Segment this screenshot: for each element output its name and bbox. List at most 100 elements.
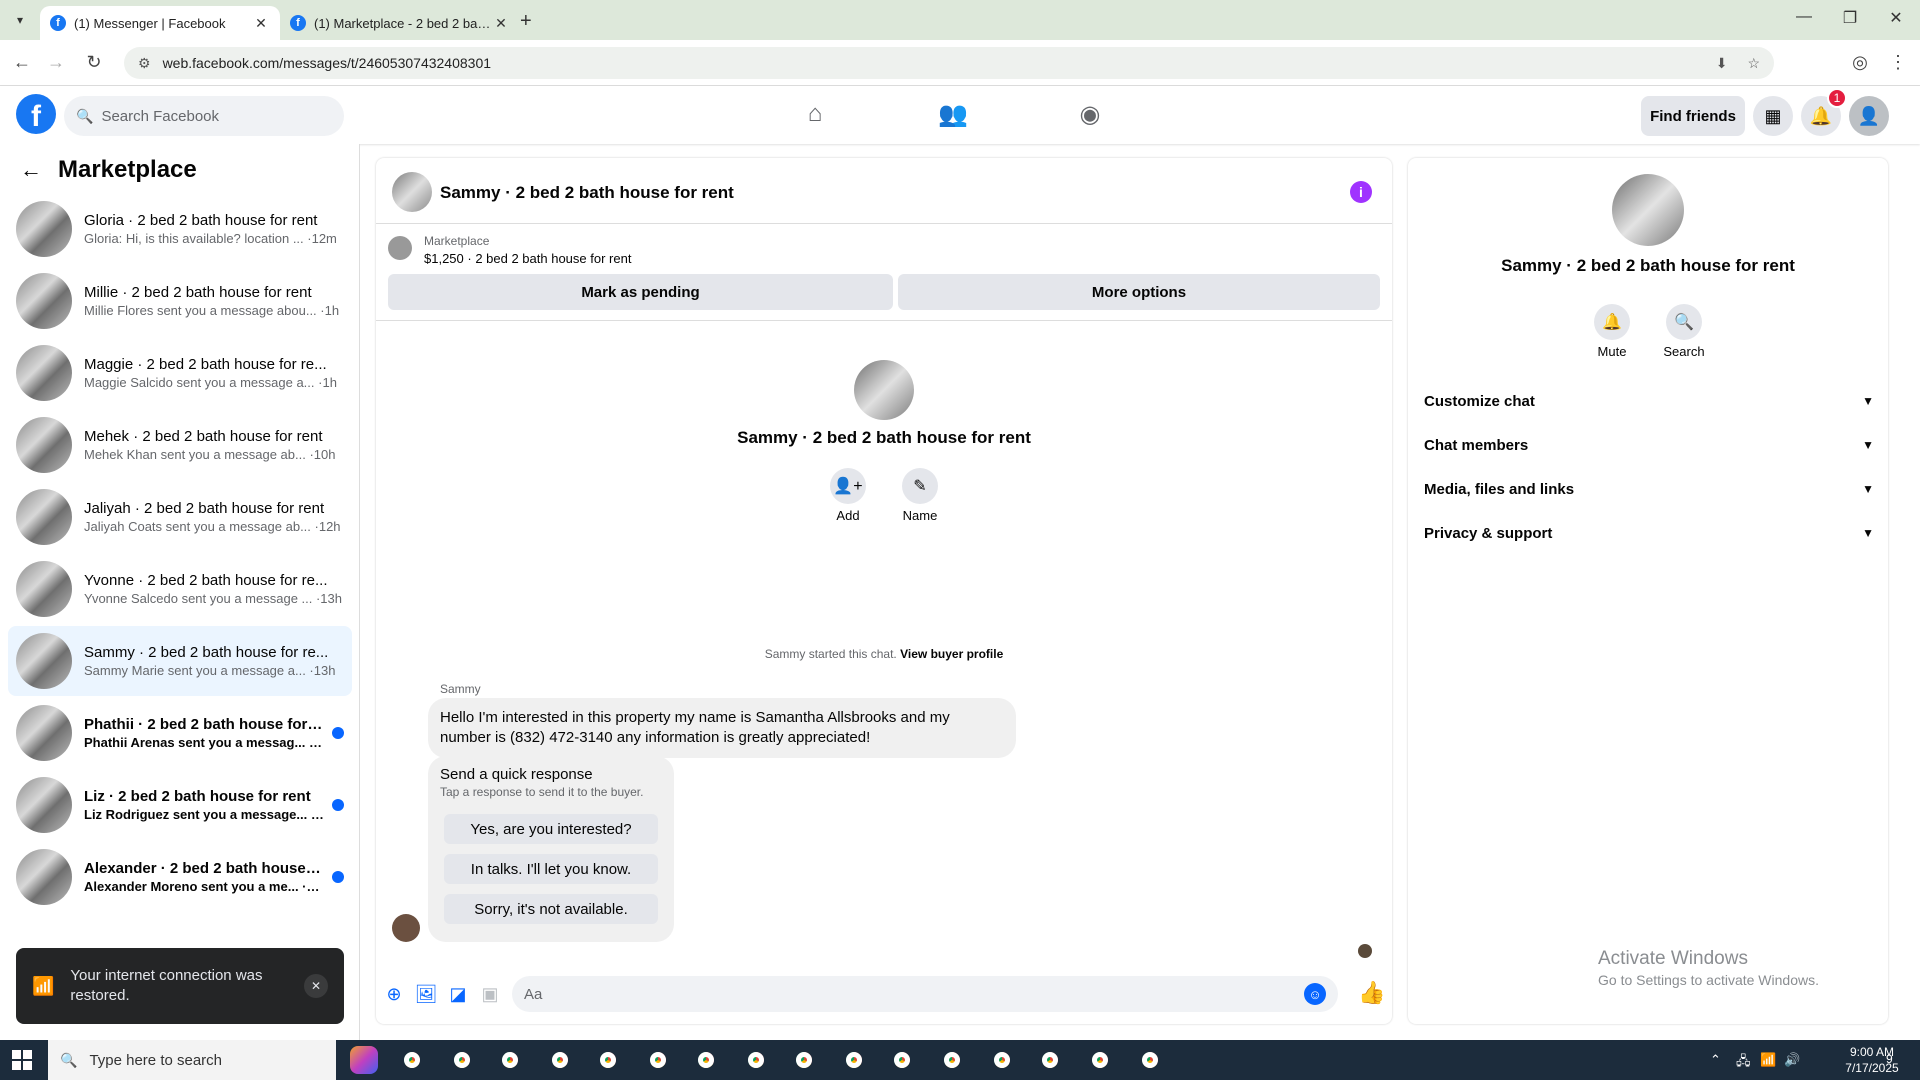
chat-avatar[interactable] xyxy=(392,172,432,212)
chrome-profile-icon[interactable] xyxy=(742,1046,770,1074)
message-bubble[interactable]: Hello I'm interested in this property my… xyxy=(428,698,1016,758)
conversation-preview: Mehek Khan sent you a message ab... ·10h xyxy=(84,447,336,462)
accordion-privacy-support[interactable]: Privacy & support ▼ xyxy=(1424,513,1874,553)
minimize-icon[interactable]: — xyxy=(1784,8,1824,26)
more-options-button[interactable]: More options xyxy=(898,274,1380,310)
install-app-icon[interactable]: ⬇ xyxy=(1716,55,1728,72)
chrome-profile-icon[interactable] xyxy=(1136,1046,1164,1074)
wifi-tray-icon[interactable]: 📶 xyxy=(1760,1052,1776,1068)
conversation-text: Sammy · 2 bed 2 bath house for re... Samm… xyxy=(84,644,344,678)
chrome-profile-icon[interactable] xyxy=(594,1046,622,1074)
conversation-item[interactable]: Maggie · 2 bed 2 bath house for re... Mag… xyxy=(8,338,352,408)
account-avatar-icon[interactable]: 👤 xyxy=(1849,96,1889,136)
network-icon[interactable]: 🖧 xyxy=(1736,1052,1751,1074)
profile-icon[interactable]: ◎ xyxy=(1848,52,1872,73)
info-icon[interactable]: i xyxy=(1350,181,1372,203)
restore-icon[interactable]: ❐ xyxy=(1830,8,1870,28)
plus-actions-icon[interactable]: ⊕ xyxy=(382,982,406,1006)
unread-dot xyxy=(332,727,344,739)
chrome-profile-icon[interactable] xyxy=(398,1046,426,1074)
taskbar-search-input[interactable]: 🔍 Type here to search xyxy=(48,1040,336,1080)
windows-start-icon[interactable] xyxy=(12,1050,32,1070)
browser-menu-icon[interactable]: ⋮ xyxy=(1886,52,1910,73)
sticker-icon[interactable]: ◪ xyxy=(446,982,470,1006)
emoji-icon[interactable]: ☺ xyxy=(1304,983,1326,1005)
chrome-profile-icon[interactable] xyxy=(790,1046,818,1074)
chrome-profile-icon[interactable] xyxy=(496,1046,524,1074)
message-input[interactable]: Aa ☺ xyxy=(512,976,1338,1012)
add-person-icon[interactable]: 👤+ xyxy=(830,468,866,504)
gif-icon[interactable]: ▣ xyxy=(478,982,502,1006)
bookmark-star-icon[interactable]: ☆ xyxy=(1747,55,1760,72)
volume-icon[interactable]: 🔊 xyxy=(1784,1052,1800,1068)
conversation-avatar xyxy=(16,273,72,329)
attach-photo-icon[interactable]: 🖼 xyxy=(414,982,438,1006)
tab-messenger[interactable]: f (1) Messenger | Facebook ✕ xyxy=(40,6,280,40)
conversation-item[interactable]: Sammy · 2 bed 2 bath house for re... Samm… xyxy=(8,626,352,696)
url-field[interactable]: ⚙ web.facebook.com/messages/t/2460530743… xyxy=(124,47,1774,79)
quick-response-button[interactable]: Yes, are you interested? xyxy=(444,814,658,844)
thumbs-up-icon[interactable]: 👍 xyxy=(1358,980,1385,1006)
home-icon[interactable]: ⌂ xyxy=(795,100,835,128)
quick-response-button[interactable]: Sorry, it's not available. xyxy=(444,894,658,924)
mark-pending-button[interactable]: Mark as pending xyxy=(388,274,893,310)
quick-response-button[interactable]: In talks. I'll let you know. xyxy=(444,854,658,884)
conversation-item[interactable]: Yvonne · 2 bed 2 bath house for re... Yvo… xyxy=(8,554,352,624)
listing-thumbnail[interactable] xyxy=(388,236,412,260)
conversation-item[interactable]: Alexander · 2 bed 2 bath house f... Alexa… xyxy=(8,842,352,912)
chrome-profile-icon[interactable] xyxy=(692,1046,720,1074)
chrome-profile-icon[interactable] xyxy=(888,1046,916,1074)
facebook-logo-icon[interactable]: f xyxy=(16,94,56,134)
site-info-icon[interactable]: ⚙ xyxy=(138,55,151,72)
conversation-item[interactable]: Millie · 2 bed 2 bath house for rent Mill… xyxy=(8,266,352,336)
close-window-icon[interactable]: ✕ xyxy=(1876,8,1916,28)
friends-icon[interactable]: 👥 xyxy=(933,100,973,129)
groups-icon[interactable]: ◉ xyxy=(1070,100,1110,129)
message-text: Hello I'm interested in this property my… xyxy=(440,709,950,746)
chat-title[interactable]: Sammy · 2 bed 2 bath house for rent xyxy=(440,183,734,203)
chrome-profile-icon[interactable] xyxy=(644,1046,672,1074)
conversation-item[interactable]: Mehek · 2 bed 2 bath house for rent Mehek… xyxy=(8,410,352,480)
back-arrow-icon[interactable]: ← xyxy=(20,157,42,183)
chrome-profile-icon[interactable] xyxy=(546,1046,574,1074)
accordion-media-files[interactable]: Media, files and links ▼ xyxy=(1424,469,1874,509)
notification-center-icon[interactable]: 9 xyxy=(1886,1052,1893,1066)
accordion-chat-members[interactable]: Chat members ▼ xyxy=(1424,425,1874,465)
chrome-profile-icon[interactable] xyxy=(448,1046,476,1074)
taskbar-clock[interactable]: 9:00 AM 7/17/2025 xyxy=(1832,1044,1912,1076)
close-tab-icon[interactable]: ✕ xyxy=(252,15,270,32)
activate-windows-title: Activate Windows xyxy=(1598,948,1748,969)
conversation-avatar xyxy=(16,633,72,689)
chrome-profile-icon[interactable] xyxy=(938,1046,966,1074)
new-tab-button[interactable]: + xyxy=(520,10,532,33)
conversation-text: Jaliyah · 2 bed 2 bath house for rent Jal… xyxy=(84,500,344,534)
find-friends-button[interactable]: Find friends xyxy=(1641,96,1745,136)
conversation-item[interactable]: Jaliyah · 2 bed 2 bath house for rent Jal… xyxy=(8,482,352,552)
reload-icon[interactable]: ↻ xyxy=(82,52,106,73)
conversation-item[interactable]: Liz · 2 bed 2 bath house for rent Liz Rod… xyxy=(8,770,352,840)
listing-price-title[interactable]: $1,250 · 2 bed 2 bath house for rent xyxy=(424,251,631,266)
mute-bell-icon[interactable]: 🔔 xyxy=(1594,304,1630,340)
chrome-profile-icon[interactable] xyxy=(1036,1046,1064,1074)
search-conversation-icon[interactable]: 🔍 xyxy=(1666,304,1702,340)
forward-icon[interactable]: → xyxy=(44,52,68,73)
view-buyer-profile-link[interactable]: View buyer profile xyxy=(900,647,1003,661)
conversation-item[interactable]: Phathii · 2 bed 2 bath house for r... Pha… xyxy=(8,698,352,768)
tab-marketplace[interactable]: f (1) Marketplace - 2 bed 2 bath h ✕ xyxy=(280,6,520,40)
show-hidden-icons-icon[interactable]: ⌃ xyxy=(1710,1052,1721,1068)
sidebar-title: Marketplace xyxy=(58,156,197,183)
chrome-profile-icon[interactable] xyxy=(840,1046,868,1074)
facebook-search-input[interactable]: 🔍 Search Facebook xyxy=(64,96,344,136)
back-icon[interactable]: ← xyxy=(10,52,34,73)
copilot-icon[interactable] xyxy=(350,1046,378,1074)
accordion-customize-chat[interactable]: Customize chat ▼ xyxy=(1424,381,1874,421)
chrome-profile-icon[interactable] xyxy=(988,1046,1016,1074)
menu-grid-icon[interactable]: ▦ xyxy=(1753,96,1793,136)
edit-name-icon[interactable]: ✎ xyxy=(902,468,938,504)
conversation-item[interactable]: Gloria · 2 bed 2 bath house for rent Glor… xyxy=(8,194,352,264)
tab-search-icon[interactable]: ▾ xyxy=(8,8,32,32)
close-tab-icon[interactable]: ✕ xyxy=(492,15,510,32)
sender-avatar[interactable] xyxy=(392,914,420,942)
toast-close-icon[interactable]: ✕ xyxy=(304,974,328,998)
chrome-profile-icon[interactable] xyxy=(1086,1046,1114,1074)
